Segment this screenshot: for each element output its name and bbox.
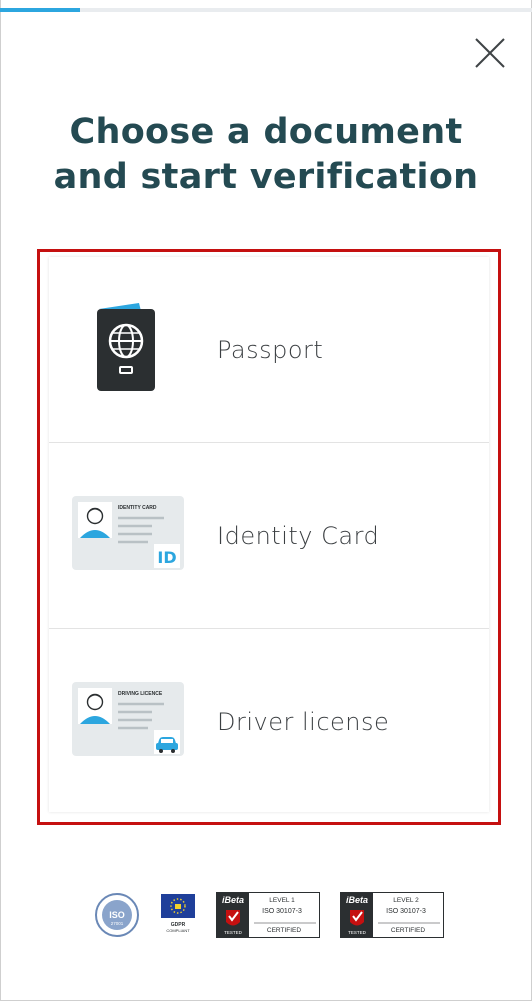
ibeta2-standard: ISO 30107-3 <box>386 908 426 915</box>
ibeta1-brand: iBeta <box>222 895 244 905</box>
ibeta1-level: LEVEL 1 <box>269 897 295 904</box>
document-label-driver-license: Driver license <box>217 707 390 736</box>
close-icon <box>475 38 505 68</box>
ibeta2-level: LEVEL 2 <box>393 897 419 904</box>
document-option-passport[interactable]: Passport <box>49 257 489 443</box>
close-button[interactable] <box>470 33 510 73</box>
driving-licence-header-text: DRIVING LICENCE <box>118 691 163 697</box>
ibeta1-tested: TESTED <box>224 930 243 935</box>
ibeta1-status: CERTIFIED <box>267 927 301 934</box>
progress-fill <box>0 8 80 12</box>
title-line-1: Choose a document <box>69 112 463 152</box>
ibeta1-standard: ISO 30107-3 <box>262 908 302 915</box>
driver-license-icon: DRIVING LICENCE <box>72 682 184 756</box>
document-label-identity-card: Identity Card <box>217 521 380 550</box>
gdpr-line-2: COMPLIANT <box>166 928 190 933</box>
iso-seal-icon: ISO 27001 <box>95 893 139 937</box>
document-option-driver-license[interactable]: DRIVING LICENCE Driver license <box>49 629 489 814</box>
ibeta-level1-badge: iBeta TESTED LEVEL 1 ISO 30107-3 CERTIFI… <box>216 892 320 938</box>
ibeta-level2-badge: iBeta TESTED LEVEL 2 ISO 30107-3 CERTIFI… <box>340 892 444 938</box>
document-option-identity-card[interactable]: IDENTITY CARD ID Identity Card <box>49 443 489 629</box>
ibeta2-tested: TESTED <box>348 930 367 935</box>
progress-bar <box>0 8 532 12</box>
ibeta2-brand: iBeta <box>346 895 368 905</box>
id-card-header-text: IDENTITY CARD <box>118 505 157 511</box>
identity-card-icon: IDENTITY CARD ID <box>72 496 184 570</box>
title-line-2: and start verification <box>53 157 479 197</box>
iso-number: 27001 <box>111 921 124 926</box>
id-badge-text: ID <box>157 548 176 567</box>
certification-badges: ISO 27001 GDPR COMPLIANT iBeta TESTED LE… <box>94 890 454 940</box>
document-label-passport: Passport <box>217 335 324 364</box>
page-title: Choose a document and start verification <box>40 110 492 200</box>
ibeta2-status: CERTIFIED <box>391 927 425 934</box>
gdpr-badge-icon: GDPR COMPLIANT <box>161 894 195 933</box>
passport-icon <box>97 303 155 391</box>
iso-label: ISO <box>109 910 125 920</box>
document-list: Passport IDENTITY CARD ID Identity Card <box>49 257 489 812</box>
